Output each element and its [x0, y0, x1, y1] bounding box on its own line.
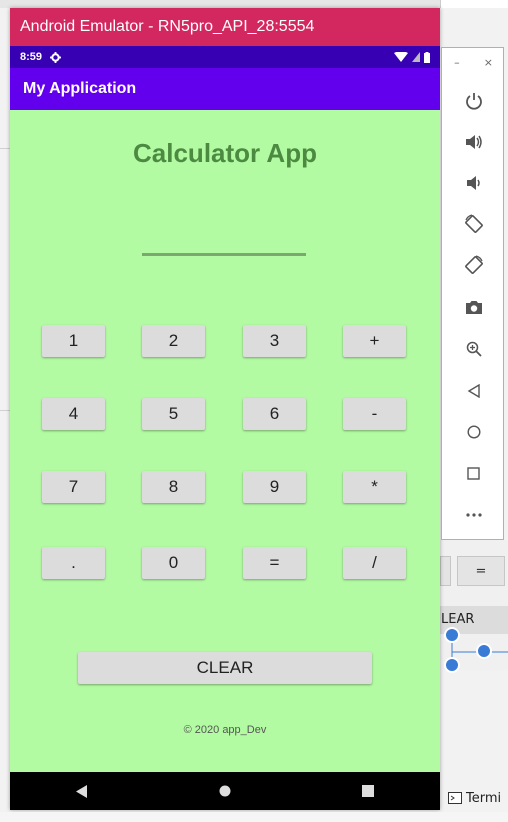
ide-preview-equals-button: = — [457, 556, 505, 586]
side-window-controls: – × — [442, 56, 505, 69]
calculator-display-input[interactable] — [142, 253, 306, 256]
zoom-icon — [466, 341, 482, 357]
digit-8-button[interactable]: 8 — [142, 471, 205, 503]
ide-preview-button — [440, 556, 451, 586]
wifi-icon — [394, 52, 408, 62]
copyright-text: © 2020 app_Dev — [183, 724, 267, 736]
back-icon — [467, 384, 480, 398]
ide-top-right-strip — [440, 0, 508, 8]
close-button[interactable]: × — [484, 56, 493, 69]
volume-up-icon — [465, 135, 482, 149]
terminal-tab-label: Termi — [466, 790, 502, 806]
decimal-button[interactable]: . — [42, 547, 105, 579]
multiply-button[interactable]: * — [343, 471, 406, 503]
app-bar-title: My Application — [23, 80, 137, 97]
home-icon — [466, 425, 481, 439]
battery-icon — [424, 51, 430, 63]
ide-selection-handles — [444, 627, 508, 673]
rotate-right-button[interactable] — [442, 248, 505, 282]
divide-button[interactable]: / — [343, 547, 406, 579]
camera-icon — [465, 300, 482, 314]
more-icon — [465, 513, 482, 517]
nav-overview-button[interactable] — [348, 772, 388, 810]
nav-back-button[interactable] — [62, 772, 102, 810]
volume-down-button[interactable] — [442, 166, 505, 200]
overview-icon — [467, 466, 480, 480]
terminal-icon — [448, 792, 462, 804]
power-icon — [465, 93, 482, 110]
ide-divider — [0, 148, 10, 149]
calculator-screen: Calculator App 1 2 3 + 4 5 6 - 7 8 9 * .… — [10, 110, 440, 772]
back-button[interactable] — [442, 374, 505, 408]
clear-button[interactable]: CLEAR — [78, 652, 372, 684]
minus-button[interactable]: - — [343, 398, 406, 430]
signal-icon — [412, 52, 420, 62]
rotate-left-button[interactable] — [442, 207, 505, 241]
digit-3-button[interactable]: 3 — [243, 325, 306, 357]
zoom-button[interactable] — [442, 332, 505, 366]
power-button[interactable] — [442, 84, 505, 118]
status-time: 8:59 — [20, 51, 43, 63]
minimize-button[interactable]: – — [454, 56, 460, 69]
volume-down-icon — [466, 176, 480, 190]
digit-7-button[interactable]: 7 — [42, 471, 105, 503]
back-triangle-icon — [75, 784, 87, 798]
rotate-right-icon — [464, 255, 483, 274]
rotate-left-icon — [464, 214, 483, 233]
plus-button[interactable]: + — [343, 325, 406, 357]
ide-divider — [0, 410, 10, 411]
calculator-title: Calculator App — [133, 138, 317, 168]
ide-status-strip — [0, 812, 508, 822]
emulator-title-bar[interactable]: Android Emulator - RN5pro_API_28:5554 — [10, 8, 440, 46]
more-button[interactable] — [442, 498, 505, 532]
digit-5-button[interactable]: 5 — [142, 398, 205, 430]
ide-preview-equals-label: = — [475, 563, 487, 579]
emulator-title: Android Emulator - RN5pro_API_28:5554 — [20, 18, 315, 35]
overview-square-icon — [362, 785, 375, 797]
digit-0-button[interactable]: 0 — [142, 547, 205, 579]
ide-top-strip — [0, 0, 508, 8]
emulator-window: Android Emulator - RN5pro_API_28:5554 8:… — [10, 8, 440, 810]
digit-2-button[interactable]: 2 — [142, 325, 205, 357]
volume-up-button[interactable] — [442, 125, 505, 159]
app-bar: My Application — [10, 68, 440, 110]
digit-4-button[interactable]: 4 — [42, 398, 105, 430]
nav-home-button[interactable] — [205, 772, 245, 810]
overview-button[interactable] — [442, 456, 505, 490]
screenshot-button[interactable] — [442, 290, 505, 324]
settings-gear-icon — [50, 51, 62, 63]
home-button[interactable] — [442, 415, 505, 449]
digit-6-button[interactable]: 6 — [243, 398, 306, 430]
status-bar: 8:59 — [10, 46, 440, 68]
digit-1-button[interactable]: 1 — [42, 325, 105, 357]
home-circle-icon — [219, 785, 231, 797]
android-nav-bar — [10, 772, 440, 810]
terminal-tab[interactable]: Termi — [440, 784, 508, 812]
equals-button[interactable]: = — [243, 547, 306, 579]
digit-9-button[interactable]: 9 — [243, 471, 306, 503]
emulator-side-toolbar: – × — [441, 47, 504, 540]
